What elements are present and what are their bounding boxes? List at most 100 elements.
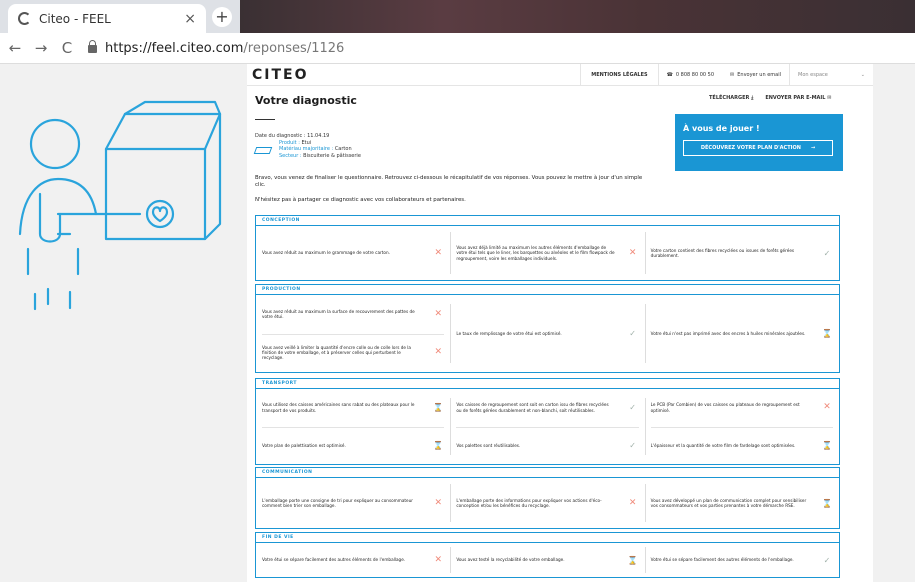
- section-column: Vous utilisez des caisses américaines sa…: [256, 389, 450, 464]
- tab-bar-background: [240, 0, 915, 33]
- site-header: CITEO MENTIONS LÉGALES ☎ 0 808 80 00 50 ✉…: [247, 63, 873, 86]
- section-body: Vous utilisez des caisses américaines sa…: [256, 389, 839, 464]
- site-page: CITEO MENTIONS LÉGALES ☎ 0 808 80 00 50 ✉…: [247, 63, 873, 582]
- back-icon[interactable]: ←: [4, 39, 26, 57]
- url-host: https://feel.citeo.com: [105, 40, 244, 56]
- check-icon: ✓: [629, 329, 636, 338]
- section-body: Vous avez réduit au maximum le grammage …: [256, 226, 839, 280]
- section-fin-de-vie: FIN DE VIE Votre étui se sépare facilemen…: [255, 532, 840, 578]
- answer-item[interactable]: Vous avez déjà limité au maximum les aut…: [456, 226, 638, 280]
- answer-text: Votre étui se sépare facilement des autr…: [262, 557, 406, 563]
- answer-item[interactable]: Votre carton contient des fibres recyclé…: [651, 226, 833, 280]
- answer-text: Votre plan de palettisation est optimisé…: [262, 442, 346, 448]
- section-column: L'emballage porte des informations pour …: [450, 478, 644, 528]
- product-label: Produit :: [279, 139, 300, 146]
- answer-text: Vos caisses de regroupement sont soit en…: [456, 402, 609, 413]
- section-title: PRODUCTION: [256, 285, 839, 295]
- title-underline: [255, 119, 275, 120]
- answer-item[interactable]: Vous utilisez des caisses américaines sa…: [262, 389, 444, 427]
- section-column: Votre carton contient des fibres recyclé…: [644, 226, 839, 280]
- browser-tab[interactable]: Citeo - FEEL ×: [8, 4, 206, 33]
- answer-text: L'emballage porte une consigne de tri po…: [262, 497, 413, 508]
- item-divider: [650, 426, 833, 428]
- section-column: L'emballage porte une consigne de tri po…: [256, 478, 450, 528]
- send-email-link[interactable]: ✉ Envoyer un email: [722, 64, 789, 86]
- product-value: Etui: [301, 139, 312, 146]
- answer-item[interactable]: Le PCB (Par Combien) de vos caisses ou p…: [651, 389, 833, 427]
- check-icon: ✓: [629, 440, 636, 450]
- answer-item[interactable]: Vous avez veillé à limiter la quantité d…: [262, 334, 444, 373]
- answer-item[interactable]: Vous avez réduit au maximum le grammage …: [262, 226, 444, 280]
- answer-item[interactable]: Vos palettes sont réutilisables. ✓: [456, 427, 638, 465]
- answer-item[interactable]: Vous avez testé la recyclabilité de votr…: [456, 543, 638, 577]
- answer-item[interactable]: Vous avez réduit au maximum la surface d…: [262, 295, 444, 334]
- answer-text: Votre étui se sépare facilement des autr…: [650, 557, 794, 563]
- cross-icon: ✕: [434, 554, 443, 565]
- share-text: N'hésitez pas à partager ce diagnostic a…: [255, 197, 466, 203]
- hourglass-icon: ⌛: [822, 329, 832, 338]
- citeo-favicon-icon: [18, 12, 31, 25]
- section-column: Le PCB (Par Combien) de vos caisses ou p…: [644, 389, 839, 465]
- item-divider: [262, 426, 445, 428]
- section-body: L'emballage porte une consigne de tri po…: [256, 478, 839, 528]
- hourglass-icon: ⌛: [627, 555, 638, 565]
- cross-icon: ✕: [434, 497, 443, 508]
- mon-espace-label: Mon espace: [798, 71, 828, 78]
- download-actions: TÉLÉCHARGER ⤓ ENVOYER PAR E-MAIL ✉: [709, 95, 831, 101]
- hourglass-icon: ⌛: [433, 403, 444, 413]
- section-conception: CONCEPTION Vous avez réduit au maximum le…: [255, 215, 840, 281]
- close-tab-icon[interactable]: ×: [184, 11, 196, 27]
- action-plan-heading: À vous de jouer !: [683, 124, 760, 133]
- action-plan-button[interactable]: DÉCOUVREZ VOTRE PLAN D'ACTION →: [683, 140, 833, 156]
- browser-tab-bar: Citeo - FEEL × +: [0, 0, 915, 33]
- answer-text: Votre carton contient des fibres recyclé…: [650, 247, 795, 258]
- answer-item[interactable]: Votre plan de palettisation est optimisé…: [262, 427, 444, 465]
- send-by-email-button[interactable]: ENVOYER PAR E-MAIL ✉: [765, 95, 831, 101]
- answer-text: Vos palettes sont réutilisables.: [456, 442, 521, 448]
- lock-icon: [88, 40, 97, 53]
- action-plan-panel: À vous de jouer ! DÉCOUVREZ VOTRE PLAN D…: [675, 114, 843, 171]
- check-icon: ✓: [823, 555, 831, 565]
- answer-text: Vous utilisez des caisses américaines sa…: [262, 402, 415, 413]
- url-field[interactable]: https://feel.citeo.com/reponses/1126: [88, 40, 344, 56]
- citeo-logo[interactable]: CITEO: [252, 67, 309, 83]
- answer-item[interactable]: L'emballage porte des informations pour …: [456, 478, 638, 528]
- section-column: Votre étui se sépare facilement des autr…: [644, 543, 839, 577]
- mentions-legales-link[interactable]: MENTIONS LÉGALES: [580, 63, 657, 86]
- download-button[interactable]: TÉLÉCHARGER ⤓: [709, 95, 753, 101]
- section-column: Vous avez développé un plan de communica…: [644, 478, 839, 528]
- carton-box-icon: [253, 147, 273, 154]
- section-production: PRODUCTION Vous avez réduit au maximum la…: [255, 284, 840, 373]
- cross-icon: ✕: [823, 402, 831, 413]
- answer-item[interactable]: L'emballage porte une consigne de tri po…: [262, 478, 444, 528]
- answer-text: Le taux de remplissage de votre étui est…: [456, 330, 562, 336]
- reload-icon[interactable]: C: [56, 39, 78, 57]
- hourglass-icon: ⌛: [822, 440, 832, 450]
- answer-item[interactable]: Vous avez développé un plan de communica…: [651, 478, 833, 528]
- arrow-right-icon: →: [810, 145, 816, 151]
- chevron-down-icon: ⌄: [860, 71, 865, 78]
- section-body: Votre étui se sépare facilement des autr…: [256, 543, 839, 577]
- action-plan-button-label: DÉCOUVREZ VOTRE PLAN D'ACTION: [700, 145, 801, 151]
- answer-item[interactable]: Vos caisses de regroupement sont soit en…: [456, 389, 638, 427]
- section-column: Votre étui se sépare facilement des autr…: [256, 543, 450, 577]
- forward-icon[interactable]: →: [30, 39, 52, 57]
- tab-title: Citeo - FEEL: [39, 11, 111, 26]
- answer-item[interactable]: Votre étui se sépare facilement des autr…: [651, 543, 833, 577]
- phone-icon: ☎: [666, 71, 673, 78]
- item-divider: [262, 333, 445, 335]
- envelope-icon: ✉: [730, 71, 735, 78]
- check-icon: ✓: [823, 248, 831, 258]
- mon-espace-dropdown[interactable]: Mon espace ⌄: [789, 63, 873, 86]
- cross-icon: ✕: [628, 247, 637, 258]
- answer-item[interactable]: Votre étui n'est pas imprimé avec des en…: [651, 295, 833, 372]
- answer-text: Vous avez déjà limité au maximum les aut…: [456, 244, 615, 261]
- material-value: Carton: [334, 146, 352, 153]
- answer-item[interactable]: L'épaisseur et la quantité de votre film…: [651, 427, 833, 465]
- answer-text: Vous avez réduit au maximum le grammage …: [262, 250, 390, 256]
- sector-label: Secteur :: [279, 152, 302, 159]
- phone-link[interactable]: ☎ 0 808 80 00 50: [657, 63, 722, 86]
- answer-item[interactable]: Le taux de remplissage de votre étui est…: [456, 295, 638, 372]
- new-tab-button[interactable]: +: [212, 7, 232, 27]
- answer-item[interactable]: Votre étui se sépare facilement des autr…: [262, 543, 444, 577]
